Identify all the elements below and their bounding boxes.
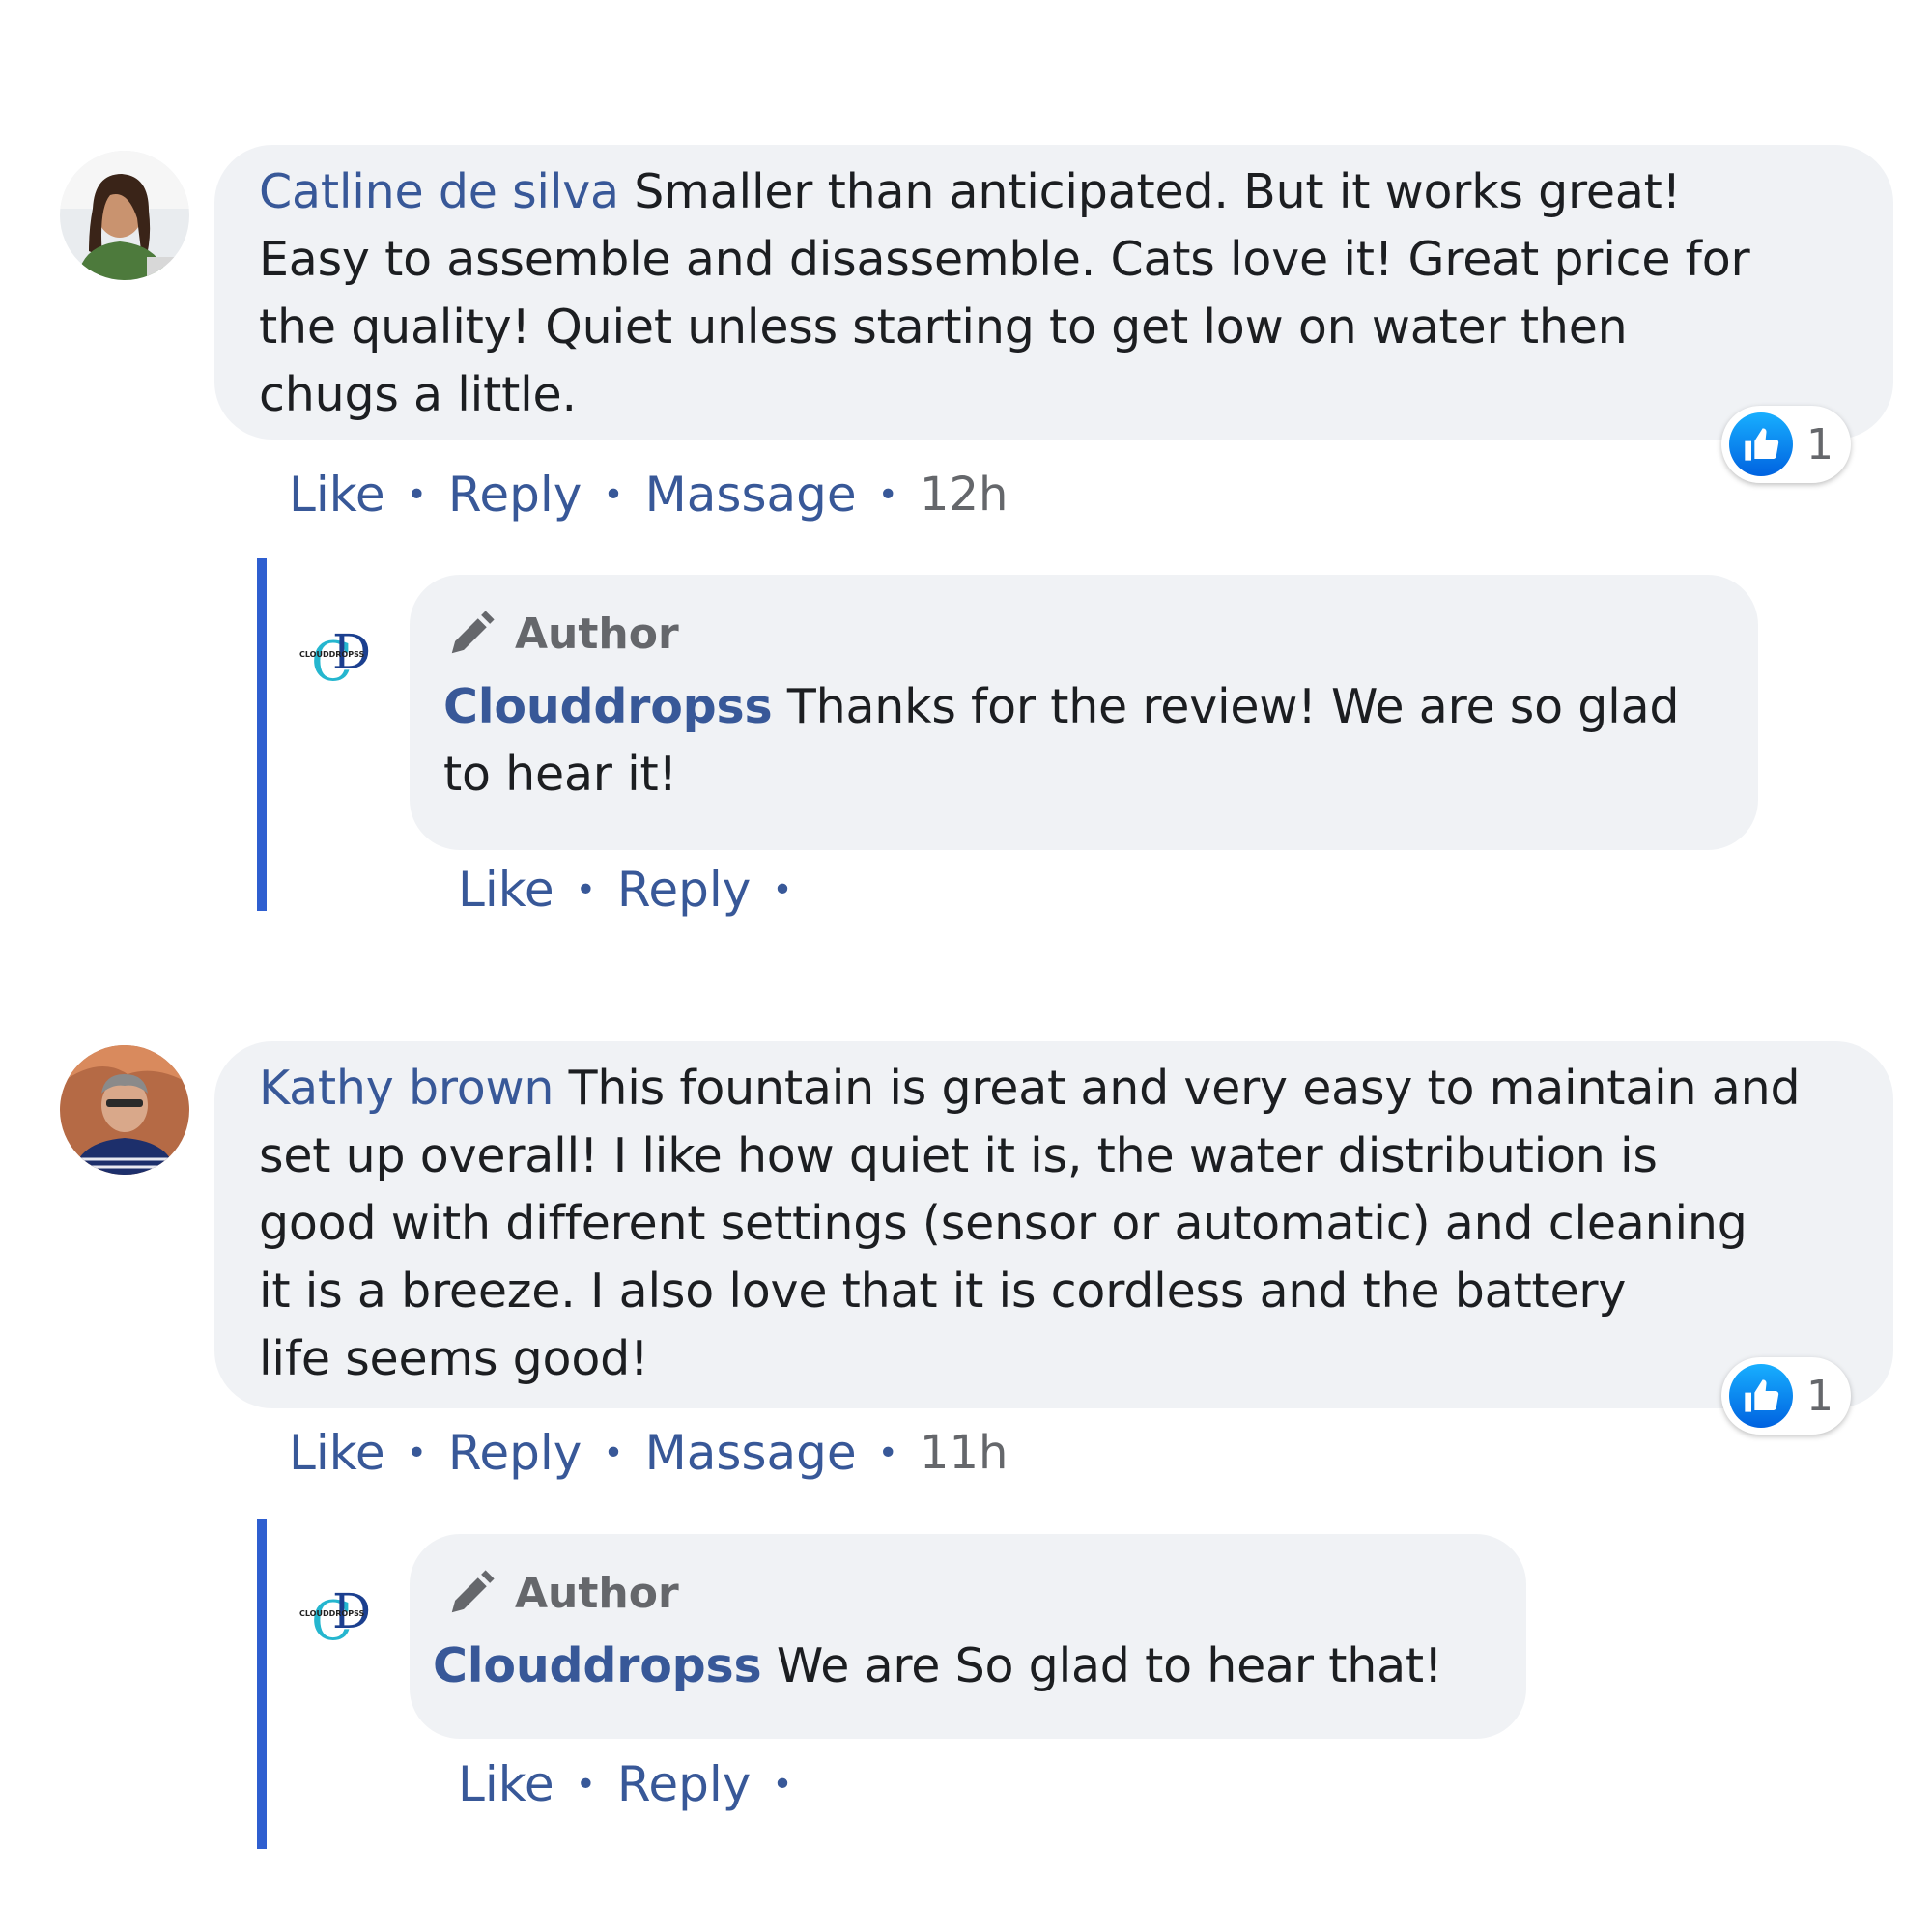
separator-dot: • [603, 1433, 624, 1473]
comment-author-name[interactable]: Catline de silva [259, 164, 619, 219]
comment-bubble-1: Catline de silva Smaller than anticipate… [214, 145, 1893, 440]
comment-bubble-2: Kathy brown This fountain is great and v… [214, 1041, 1893, 1408]
comment-text-2: Kathy brown This fountain is great and v… [259, 1061, 1801, 1386]
author-tag: Author [443, 608, 1729, 660]
svg-text:CLOUDDROPSS: CLOUDDROPSS [299, 1609, 364, 1618]
reply-link[interactable]: Reply [617, 862, 751, 918]
reply-link[interactable]: Reply [448, 467, 582, 523]
comment-actions-1: Like • Reply • Massage • 12h [289, 467, 1008, 523]
timestamp[interactable]: 12h [920, 468, 1009, 522]
svg-text:CLOUDDROPSS: CLOUDDROPSS [299, 650, 364, 659]
like-link[interactable]: Like [289, 1425, 385, 1481]
message-link[interactable]: Massage [645, 1425, 857, 1481]
separator-dot: • [575, 1764, 596, 1804]
like-thumb-icon [1729, 1364, 1793, 1428]
reaction-count: 1 [1806, 419, 1833, 469]
reply-author-name[interactable]: Clouddropss [433, 1638, 762, 1693]
reply-bubble-1: Author Clouddropss Thanks for the review… [410, 575, 1758, 850]
separator-dot: • [877, 474, 898, 515]
like-link[interactable]: Like [458, 862, 554, 918]
reaction-badge-1[interactable]: 1 [1721, 406, 1851, 483]
reaction-count: 1 [1806, 1371, 1833, 1421]
reply-link[interactable]: Reply [448, 1425, 582, 1481]
like-link[interactable]: Like [458, 1756, 554, 1812]
clouddropss-logo[interactable]: C D CLOUDDROPSS [298, 1577, 383, 1655]
separator-dot: • [877, 1433, 898, 1473]
separator-dot: • [772, 869, 793, 910]
comment-author-name[interactable]: Kathy brown [259, 1061, 554, 1116]
reply-author-name[interactable]: Clouddropss [443, 679, 773, 734]
reply-thread-line [257, 1519, 267, 1849]
like-link[interactable]: Like [289, 467, 385, 523]
separator-dot: • [772, 1764, 793, 1804]
clouddropss-logo[interactable]: C D CLOUDDROPSS [298, 618, 383, 696]
reply-text-2: Clouddropss We are So glad to hear that! [433, 1638, 1443, 1693]
reaction-badge-2[interactable]: 1 [1721, 1357, 1851, 1435]
reply-text-1: Clouddropss Thanks for the review! We ar… [443, 679, 1680, 802]
like-thumb-icon [1729, 412, 1793, 476]
avatar-catline[interactable] [60, 151, 189, 280]
reply-actions-1: Like • Reply • [458, 862, 814, 918]
separator-dot: • [575, 869, 596, 910]
timestamp[interactable]: 11h [920, 1426, 1009, 1480]
reply-link[interactable]: Reply [617, 1756, 751, 1812]
reply-thread-line [257, 558, 267, 911]
comment-actions-2: Like • Reply • Massage • 11h [289, 1425, 1008, 1481]
message-link[interactable]: Massage [645, 467, 857, 523]
reply-actions-2: Like • Reply • [458, 1756, 814, 1812]
reply-bubble-2: Author Clouddropss We are So glad to hea… [410, 1534, 1526, 1739]
separator-dot: • [406, 1433, 427, 1473]
separator-dot: • [406, 474, 427, 515]
author-tag: Author [443, 1567, 1497, 1619]
pen-icon [451, 611, 495, 654]
separator-dot: • [603, 474, 624, 515]
pen-icon [451, 1570, 495, 1613]
comment-text-1: Catline de silva Smaller than anticipate… [259, 164, 1750, 422]
avatar-kathy[interactable] [60, 1045, 189, 1175]
